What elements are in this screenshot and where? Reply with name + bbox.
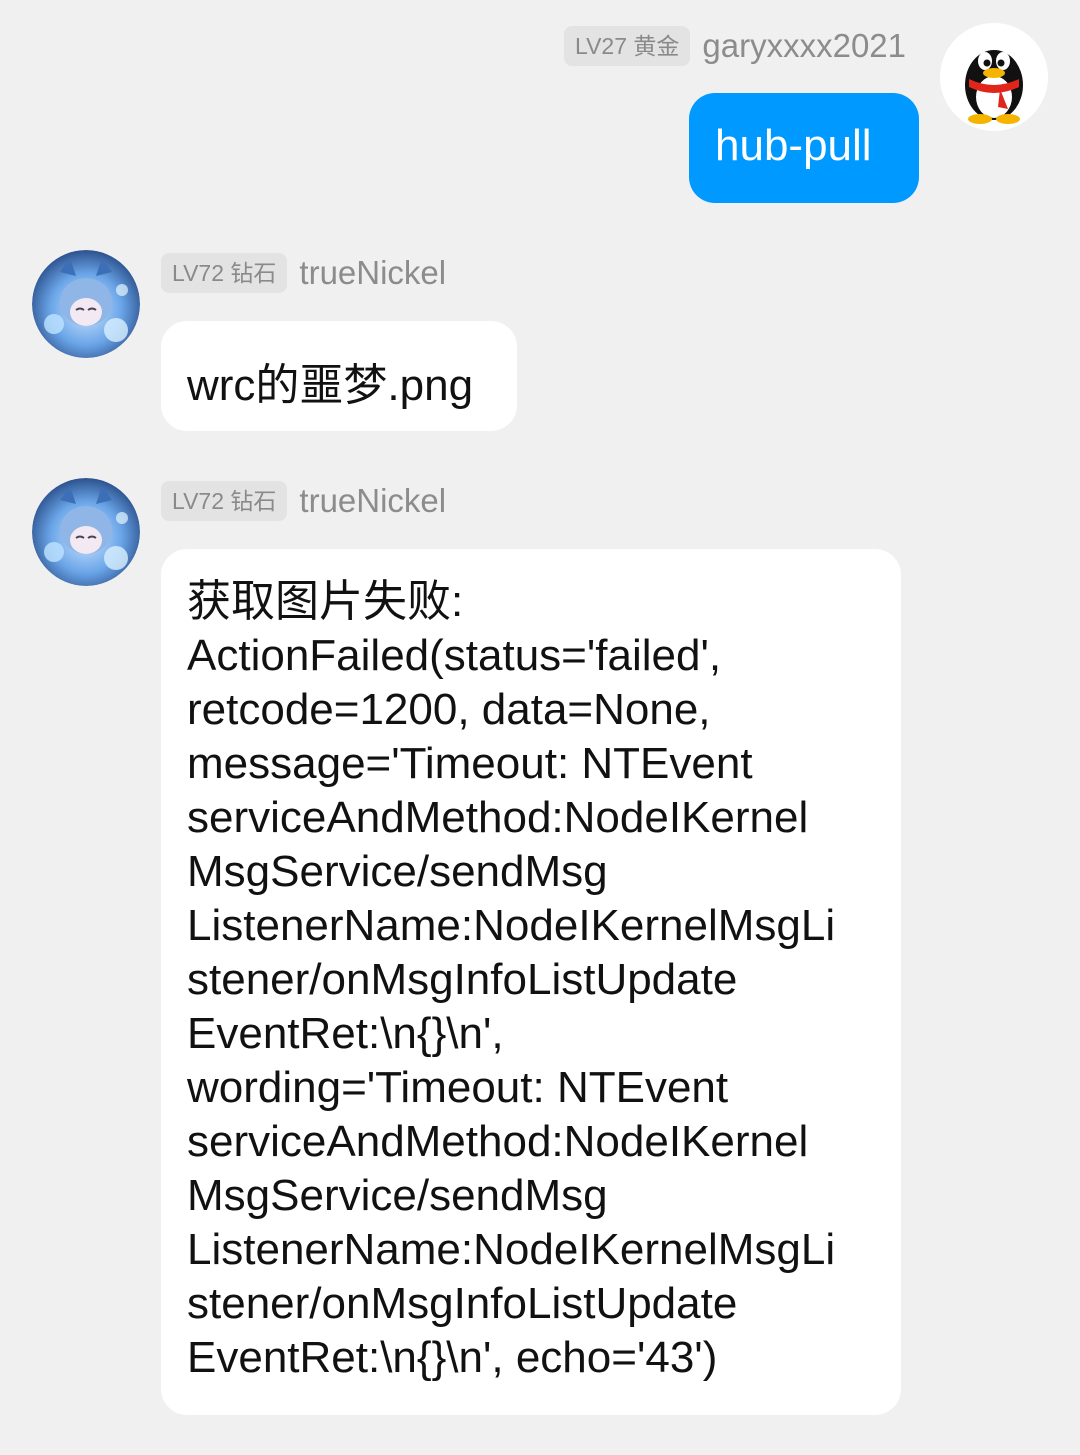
message-meta: LV72 钻石 trueNickel (161, 253, 446, 293)
qq-penguin-icon (940, 23, 1048, 131)
sender-name[interactable]: trueNickel (299, 481, 446, 521)
level-badge: LV72 钻石 (161, 481, 288, 521)
message-bubble[interactable]: 获取图片失败: ActionFailed(status='failed', re… (161, 549, 901, 1415)
message-item-other: LV72 钻石 trueNickel wrc的噩梦.png (0, 230, 1080, 450)
level-badge: LV72 钻石 (161, 253, 288, 293)
message-bubble[interactable]: wrc的噩梦.png (161, 321, 517, 431)
message-meta: LV72 钻石 trueNickel (161, 481, 446, 521)
message-text: 获取图片失败: ActionFailed(status='failed', re… (187, 577, 836, 1382)
sender-name[interactable]: garyxxxx2021 (702, 26, 906, 66)
message-text: hub-pull (715, 121, 872, 170)
message-item-self: LV27 黄金 garyxxxx2021 hub-pull (0, 0, 1080, 220)
user-avatar[interactable] (32, 250, 140, 358)
qq-penguin-avatar[interactable] (940, 23, 1048, 131)
anime-girl-avatar-icon (32, 478, 140, 586)
message-item-other: LV72 钻石 trueNickel 获取图片失败: ActionFailed(… (0, 458, 1080, 1448)
sender-name[interactable]: trueNickel (299, 253, 446, 293)
message-text: wrc的噩梦.png (187, 361, 474, 410)
anime-girl-avatar-icon (32, 250, 140, 358)
message-meta: LV27 黄金 garyxxxx2021 (563, 26, 906, 66)
message-bubble[interactable]: hub-pull (689, 93, 919, 203)
user-avatar[interactable] (32, 478, 140, 586)
level-badge: LV27 黄金 (563, 26, 691, 66)
